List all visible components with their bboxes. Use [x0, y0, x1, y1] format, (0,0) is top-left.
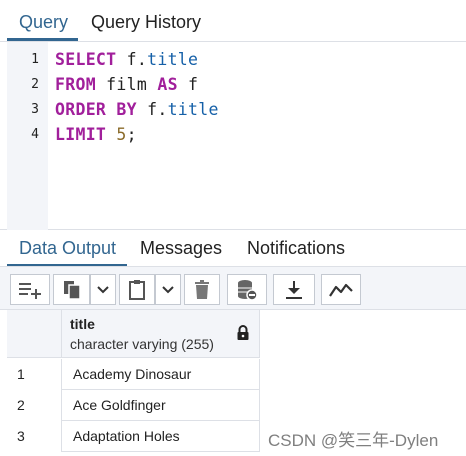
line-number: 2 — [31, 77, 39, 92]
column-header-title[interactable]: title character varying (255) — [62, 310, 260, 358]
code-line: SELECT f.title — [55, 50, 198, 69]
line-number-gutter: 1 2 3 4 — [7, 42, 48, 230]
graph-visualiser-button[interactable] — [321, 274, 361, 305]
code-token: f — [177, 75, 199, 94]
delete-icon — [195, 279, 209, 299]
code-token: f — [126, 50, 137, 69]
table-row[interactable]: 3 Adaptation Holes — [7, 421, 260, 452]
tab-query[interactable]: Query — [19, 0, 68, 42]
add-row-icon — [19, 282, 41, 299]
paste-button[interactable] — [119, 274, 155, 305]
row-number[interactable]: 2 — [7, 390, 62, 421]
row-number-header[interactable] — [7, 310, 62, 358]
tab-data-output[interactable]: Data Output — [19, 230, 116, 266]
code-token: 5 — [116, 125, 127, 144]
code-token: title — [167, 100, 219, 119]
code-token: . — [136, 50, 148, 69]
code-token: SELECT — [55, 50, 117, 69]
code-token: . — [157, 100, 168, 119]
watermark: CSDN @笑三年-Dylen — [268, 431, 439, 450]
query-tab-bar: Query Query History — [0, 0, 466, 42]
table-row[interactable]: 1 Academy Dinosaur — [7, 359, 260, 390]
code-token: film — [95, 75, 158, 94]
code-token: title — [147, 50, 199, 69]
tab-query-history[interactable]: Query History — [91, 0, 201, 42]
sql-editor[interactable]: 1 2 3 4 SELECT f.title FROM film AS f OR… — [0, 42, 466, 230]
paste-dropdown-button[interactable] — [155, 274, 181, 305]
code-line: ORDER BY f.title — [55, 100, 219, 119]
tab-messages[interactable]: Messages — [140, 230, 222, 266]
code-token: AS — [157, 75, 178, 94]
copy-button[interactable] — [53, 274, 90, 305]
save-data-button[interactable] — [227, 274, 267, 305]
column-name: title — [70, 316, 95, 332]
code-line: FROM film AS f — [55, 75, 198, 94]
chevron-down-icon — [162, 285, 174, 293]
row-number[interactable]: 1 — [7, 359, 62, 390]
data-output-toolbar — [0, 266, 466, 310]
title-cell[interactable]: Adaptation Holes — [62, 421, 260, 452]
code-token: ; — [126, 125, 137, 144]
paste-icon — [129, 279, 145, 300]
row-number[interactable]: 3 — [7, 421, 62, 452]
table-row[interactable]: 2 Ace Goldfinger — [7, 390, 260, 421]
title-cell[interactable]: Academy Dinosaur — [62, 359, 260, 390]
line-number: 1 — [31, 52, 39, 67]
graph-visualiser-icon — [329, 283, 353, 297]
code-token: LIMIT — [55, 125, 107, 144]
code-line: LIMIT 5; — [55, 125, 137, 144]
output-tab-bar: Data Output Messages Notifications — [0, 230, 466, 266]
copy-icon — [63, 280, 81, 300]
code-token: f — [136, 100, 158, 119]
chevron-down-icon — [97, 285, 109, 293]
active-tab-indicator — [7, 38, 78, 41]
delete-button[interactable] — [184, 274, 220, 305]
add-row-button[interactable] — [10, 274, 50, 305]
copy-dropdown-button[interactable] — [90, 274, 116, 305]
download-icon — [286, 280, 302, 299]
tab-notifications[interactable]: Notifications — [247, 230, 345, 266]
title-cell[interactable]: Ace Goldfinger — [62, 390, 260, 421]
line-number: 3 — [31, 102, 39, 117]
line-number: 4 — [31, 127, 39, 142]
lock-icon — [237, 325, 249, 340]
download-button[interactable] — [273, 274, 315, 305]
column-type: character varying (255) — [70, 336, 214, 352]
save-data-icon — [238, 279, 258, 301]
code-token: FROM — [55, 75, 96, 94]
code-token: ORDER BY — [55, 100, 137, 119]
